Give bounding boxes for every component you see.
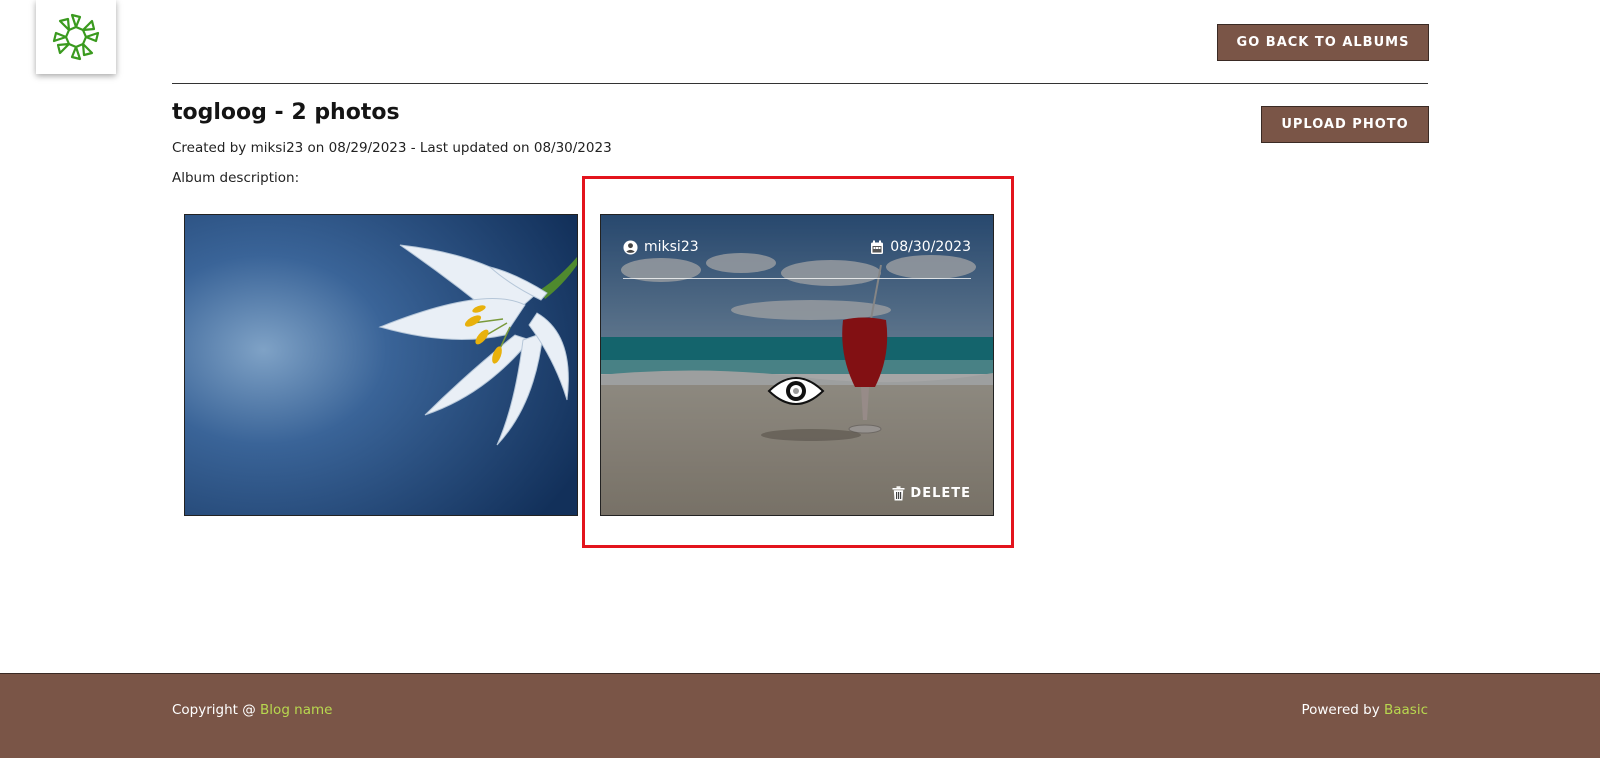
logo[interactable] bbox=[36, 0, 116, 74]
album-meta: Created by miksi23 on 08/29/2023 - Last … bbox=[172, 140, 612, 156]
go-back-to-albums-button[interactable]: GO BACK TO ALBUMS bbox=[1217, 24, 1429, 61]
footer-copyright: Copyright @ Blog name bbox=[172, 702, 332, 718]
footer: Copyright @ Blog name Powered by Baasic bbox=[0, 673, 1600, 758]
upload-photo-button[interactable]: UPLOAD PHOTO bbox=[1261, 106, 1429, 143]
album-title: togloog - 2 photos bbox=[172, 100, 400, 125]
album-description-label: Album description: bbox=[172, 170, 300, 186]
powered-prefix: Powered by bbox=[1301, 702, 1384, 718]
selection-highlight bbox=[582, 176, 1014, 548]
copyright-prefix: Copyright @ bbox=[172, 702, 261, 718]
photo-card-lily[interactable] bbox=[184, 214, 578, 516]
baasic-link[interactable]: Baasic bbox=[1384, 702, 1428, 718]
header-divider bbox=[172, 83, 1428, 84]
footer-powered-by: Powered by Baasic bbox=[1301, 702, 1428, 718]
lily-photo-image bbox=[185, 215, 577, 515]
blog-name-link[interactable]: Blog name bbox=[260, 702, 332, 718]
logo-icon bbox=[52, 13, 100, 61]
